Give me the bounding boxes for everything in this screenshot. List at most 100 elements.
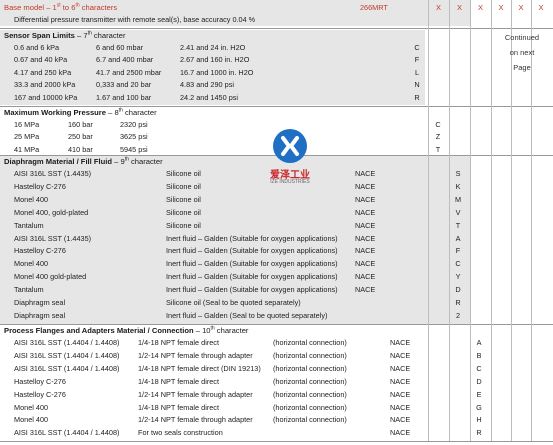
base-description-row: Differential pressure transmitter with r…	[0, 14, 553, 26]
option-code: H	[476, 415, 482, 425]
cell-c3: NACE	[355, 233, 376, 243]
cell-c3: (horizontal connection)	[273, 389, 347, 399]
option-code: Z	[435, 132, 441, 142]
table-row: AISI 316L SST (1.4404 / 1.4408) 1/4-18 NP…	[0, 337, 553, 349]
divider	[0, 441, 553, 442]
cell-c1: 33.3 and 2000 kPa	[14, 80, 76, 90]
table-row: Monel 400 1/2-14 NPT female through adapt…	[0, 414, 553, 426]
cell-c4: NACE	[390, 389, 411, 399]
cell-c4: NACE	[390, 350, 411, 360]
cell-c2: Silicone oil	[166, 220, 201, 230]
option-code: E	[476, 389, 482, 399]
cell-c2: 160 bar	[68, 120, 93, 129]
table-row: Tantalum Inert fluid – Galden (Suitable f…	[0, 284, 553, 296]
table-row: 0.67 and 40 kPa 6.7 and 400 mbar 2.67 and …	[0, 54, 553, 66]
option-code: B	[476, 350, 482, 360]
x-mark: X	[435, 3, 441, 12]
cell-c1: AISI 316L SST (1.4404 / 1.4408)	[14, 363, 120, 373]
cell-c1: Diaphragm seal	[14, 298, 66, 307]
cell-c3: (horizontal connection)	[273, 415, 347, 425]
cell-c3: 2.67 and 160 in. H2O	[180, 55, 250, 65]
section-title: Process Flanges and Adapters Material / …	[4, 325, 249, 335]
cell-c4: NACE	[390, 363, 411, 373]
cell-c3: 2.41 and 24 in. H2O	[180, 43, 246, 52]
option-code: M	[454, 194, 462, 204]
cell-c4: NACE	[390, 402, 411, 412]
x-mark: X	[518, 3, 524, 12]
cell-c3: NACE	[355, 272, 376, 282]
cell-c1: Hastelloy C-276	[14, 181, 66, 191]
cell-c1: Monel 400	[14, 415, 49, 425]
cell-c2: 6.7 and 400 mbar	[96, 55, 154, 65]
section-title: Diaphragm Material / Fill Fluid – 9th ch…	[4, 156, 163, 166]
cell-c3: 2320 psi	[120, 120, 148, 129]
cell-c2: Inert fluid – Galden (Suitable for oxyge…	[166, 246, 338, 256]
cell-c3: NACE	[355, 220, 376, 230]
option-code: A	[476, 338, 482, 347]
cell-c3: (horizontal connection)	[273, 338, 347, 347]
cell-c1: Diaphragm seal	[14, 310, 66, 320]
cell-c1: AISI 316L SST (1.4404 / 1.4408)	[14, 350, 120, 360]
section-title: Sensor Span Limits – 7th character	[4, 30, 126, 40]
cell-c2: 0,333 and 20 bar	[96, 80, 152, 90]
table-row: AISI 316L SST (1.4435) Inert fluid – Gald…	[0, 233, 553, 245]
cell-c3: 16.7 and 1000 in. H2O	[180, 67, 254, 77]
option-code: F	[455, 246, 461, 256]
cell-c1: Tantalum	[14, 220, 44, 230]
cell-c2: Silicone oil (Seal to be quoted separate…	[166, 298, 301, 307]
option-code: R	[476, 428, 482, 438]
cell-c2: Silicone oil	[166, 181, 201, 191]
table-row: Monel 400, gold-plated Silicone oil NACE V	[0, 207, 553, 219]
cell-c2: Silicone oil	[166, 194, 201, 204]
cell-c2: Inert fluid – Galden (Suitable for oxyge…	[166, 259, 338, 269]
cell-c1: Hastelloy C-276	[14, 389, 66, 399]
ize-logo-icon	[272, 128, 308, 164]
option-code: C	[476, 363, 482, 373]
table-row: 167 and 10000 kPa 1.67 and 100 bar 24.2 an…	[0, 92, 553, 104]
option-code: K	[455, 181, 461, 191]
base-model-title: Base model – 1st to 6th characters	[4, 2, 118, 12]
option-code: 2	[455, 310, 461, 320]
cell-c4: NACE	[390, 428, 411, 438]
cell-c2: 1/2-14 NPT female through adapter	[138, 389, 253, 399]
cell-c2: 1/4-18 NPT female direct	[138, 376, 219, 386]
option-code: N	[414, 80, 420, 90]
cell-c3: NACE	[355, 285, 376, 295]
option-code: F	[414, 55, 420, 65]
cell-c1: Monel 400 gold-plated	[14, 272, 87, 282]
cell-c1: 0.67 and 40 kPa	[14, 55, 68, 65]
cell-c4: NACE	[390, 338, 411, 347]
cell-c1: AISI 316L SST (1.4435)	[14, 169, 92, 178]
cell-c2: Inert fluid – Galden (Suitable for oxyge…	[166, 233, 338, 243]
table-row: Monel 400 Inert fluid – Galden (Suitable …	[0, 258, 553, 270]
cell-c3: NACE	[355, 259, 376, 269]
cell-c2: Silicone oil	[166, 169, 201, 178]
cell-c3: (horizontal connection)	[273, 376, 347, 386]
cell-c1: AISI 316L SST (1.4404 / 1.4408)	[14, 428, 120, 438]
option-code: Y	[455, 272, 461, 282]
option-code: D	[476, 376, 482, 386]
cell-c1: Monel 400	[14, 259, 49, 269]
cell-c2: For two seals construction	[138, 428, 223, 438]
cell-c2: 1/2-14 NPT female through adapter	[138, 415, 253, 425]
table-row: Hastelloy C-276 1/2-14 NPT female through…	[0, 389, 553, 401]
option-code: G	[476, 402, 482, 412]
cell-c1: 25 MPa	[14, 132, 40, 142]
cell-c2: 41.7 and 2500 mbar	[96, 67, 162, 77]
cell-c3: NACE	[355, 194, 376, 204]
cell-c1: Tantalum	[14, 285, 44, 295]
x-mark: X	[498, 3, 504, 12]
cell-c3: 5945 psi	[120, 144, 148, 154]
table-row: Diaphragm seal Inert fluid – Galden (Seal…	[0, 310, 553, 322]
cell-c3: (horizontal connection)	[273, 350, 347, 360]
cell-c3: 3625 psi	[120, 132, 148, 142]
cell-c2: Silicone oil	[166, 207, 201, 217]
option-code: R	[414, 92, 420, 102]
cell-c1: Hastelloy C-276	[14, 376, 66, 386]
table-row: 0.6 and 6 kPa 6 and 60 mbar 2.41 and 24 in…	[0, 42, 553, 54]
cell-c1: 0.6 and 6 kPa	[14, 43, 60, 52]
cell-c2: 1/4-18 NPT female direct	[138, 402, 219, 412]
cell-c1: 16 MPa	[14, 120, 40, 129]
base-description: Differential pressure transmitter with r…	[14, 15, 256, 24]
cell-c3: NACE	[355, 181, 376, 191]
